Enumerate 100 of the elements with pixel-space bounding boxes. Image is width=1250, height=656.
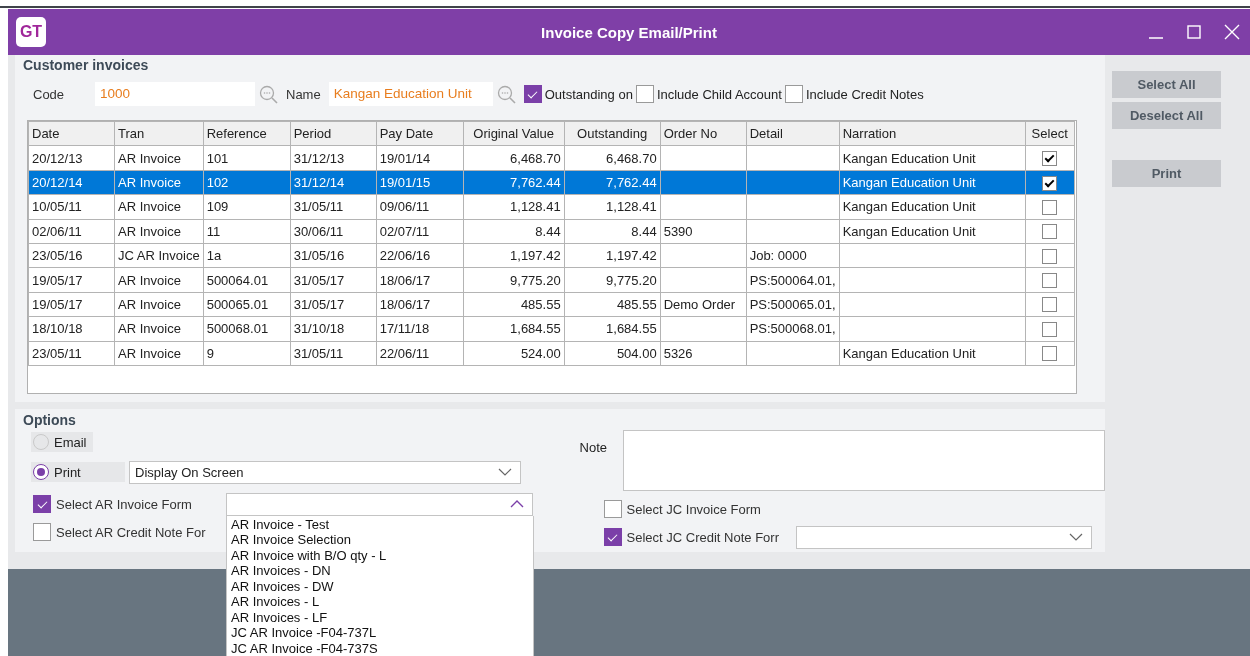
table-cell: 9 <box>203 341 291 366</box>
table-cell: 102 <box>203 170 291 195</box>
table-cell: 19/05/17 <box>28 292 115 317</box>
checkbox[interactable] <box>1042 224 1058 240</box>
search-icon[interactable] <box>259 84 278 104</box>
table-cell: 485.55 <box>463 292 565 317</box>
table-cell: 500064.01 <box>203 267 291 293</box>
dropdown-option[interactable]: AR Invoices - L <box>231 594 533 610</box>
checkbox[interactable] <box>784 85 803 103</box>
checkbox[interactable] <box>1042 175 1058 191</box>
dropdown-option[interactable]: AR Invoices - DW <box>231 578 533 594</box>
side-button[interactable]: Deselect All <box>1112 102 1221 129</box>
column-header[interactable]: Date <box>28 121 115 146</box>
checkbox[interactable] <box>1042 248 1058 264</box>
table-row[interactable]: 23/05/16 JC AR Invoice 1a 31/05/16 22/06/16 1,197.42 1,197.42 Job: 0000 <box>28 243 1075 268</box>
side-button[interactable]: Print <box>1112 160 1221 187</box>
table-row[interactable]: 10/05/11 AR Invoice 109 31/05/11 09/06/11 1,128.41 1,128.41 Kangan Education Unit <box>28 194 1075 220</box>
side-button[interactable]: Select All <box>1112 71 1221 98</box>
column-header[interactable]: Tran <box>114 121 204 146</box>
column-header[interactable]: Pay Date <box>376 121 464 146</box>
search-icon[interactable] <box>496 84 516 104</box>
table-cell: AR Invoice <box>114 194 204 220</box>
table-cell: 1,197.42 <box>564 243 661 268</box>
app-logo: GT <box>16 17 46 47</box>
table-cell: Kangan Education Unit <box>839 194 1026 220</box>
field-label: Code <box>33 86 66 102</box>
table-row[interactable]: 02/06/11 AR Invoice 11 30/06/11 02/07/11 8.44 8.44 5390 Kangan Education Unit <box>28 219 1075 244</box>
radio-button[interactable]: Print <box>31 462 125 482</box>
checkbox-label: Include Child Account <box>656 86 782 102</box>
table-cell: AR Invoice <box>114 170 204 195</box>
group-title: Options <box>23 412 77 430</box>
table-cell: 02/06/11 <box>28 219 115 244</box>
checkbox-label: Select JC Credit Note Forr <box>626 529 780 545</box>
group-title: Customer invoices <box>23 57 150 74</box>
dropdown-option[interactable]: JC AR Invoice -F04-737L <box>231 625 533 641</box>
table-cell: 23/05/11 <box>28 341 115 366</box>
print-dropdown[interactable]: Display On Screen <box>129 460 521 484</box>
table-row[interactable]: 19/05/17 AR Invoice 500065.01 31/05/17 18/06/17 485.55 485.55 Demo Order PS:500065.01, <box>28 292 1075 317</box>
table-row[interactable]: 20/12/13 AR Invoice 101 31/12/13 19/01/14 6,468.70 6,468.70 Kangan Education Unit <box>28 145 1075 171</box>
table-cell: 31/12/13 <box>290 145 377 171</box>
maximize-icon[interactable] <box>1186 24 1202 40</box>
checkbox[interactable] <box>1042 297 1058 313</box>
checkbox[interactable] <box>1042 321 1058 337</box>
table-cell: Job: 0000 <box>746 243 840 268</box>
checkbox[interactable] <box>603 500 622 518</box>
dropdown-option[interactable]: AR Invoice - Test <box>231 516 533 532</box>
table-cell: Kangan Education Unit <box>839 145 1026 171</box>
checkbox[interactable] <box>1042 199 1058 215</box>
checkbox-label: Select AR Credit Note For <box>56 524 207 540</box>
column-header[interactable]: Reference <box>203 121 291 146</box>
table-cell: 1,128.41 <box>564 194 661 220</box>
checkbox[interactable] <box>635 85 654 103</box>
checkbox[interactable] <box>1042 273 1058 289</box>
checkbox[interactable] <box>1042 151 1058 167</box>
table-cell: AR Invoice <box>114 219 204 244</box>
table-cell: 19/01/14 <box>376 145 464 171</box>
table-cell: AR Invoice <box>114 267 204 293</box>
table-cell: 18/06/17 <box>376 267 464 293</box>
table-cell: 1,128.41 <box>463 194 565 220</box>
table-cell: 8.44 <box>564 219 661 244</box>
table-cell: 504.00 <box>564 341 661 366</box>
checkbox[interactable] <box>1042 346 1058 362</box>
window-title: Invoice Copy Email/Print <box>541 23 717 41</box>
checkbox[interactable] <box>523 85 542 103</box>
dropdown-option[interactable]: AR Invoices - DN <box>231 563 533 579</box>
table-cell: 02/07/11 <box>376 219 464 244</box>
checkbox-label: Select AR Invoice Form <box>56 496 193 512</box>
dropdown-option[interactable]: AR Invoice with B/O qty - L <box>231 547 533 563</box>
column-header[interactable]: Narration <box>839 121 1026 146</box>
column-header[interactable]: Period <box>290 121 377 146</box>
dropdown-option[interactable]: AR Invoices - LF <box>231 609 533 625</box>
table-cell: 30/06/11 <box>290 219 377 244</box>
column-header[interactable]: Select <box>1025 121 1075 146</box>
table-row[interactable]: 20/12/14 AR Invoice 102 31/12/14 19/01/15 7,762.44 7,762.44 Kangan Education Unit <box>28 170 1075 195</box>
table-row[interactable]: 19/05/17 AR Invoice 500064.01 31/05/17 18/06/17 9,775.20 9,775.20 PS:500064.01, <box>28 267 1075 293</box>
checkbox[interactable] <box>33 523 51 541</box>
table-cell: 23/05/16 <box>28 243 115 268</box>
table-cell: PS:500068.01, <box>746 316 840 341</box>
checkbox[interactable] <box>33 495 51 513</box>
table-cell: 524.00 <box>463 341 565 366</box>
table-cell: PS:500064.01, <box>746 267 840 293</box>
note-field[interactable] <box>623 430 1105 491</box>
column-header[interactable]: Order No <box>660 121 747 146</box>
table-cell: 500068.01 <box>203 316 291 341</box>
column-header[interactable]: Outstanding <box>564 121 661 146</box>
table-row[interactable]: 23/05/11 AR Invoice 9 31/05/11 22/06/11 524.00 504.00 5326 Kangan Education Unit <box>28 341 1075 366</box>
checkbox-label: Outstanding on <box>544 86 633 102</box>
checkbox[interactable] <box>603 528 622 546</box>
column-header[interactable]: Detail <box>746 121 840 146</box>
table-cell: 101 <box>203 145 291 171</box>
chevron-icon <box>1068 533 1083 541</box>
dropdown-option[interactable]: JC AR Invoice -F04-737S <box>231 640 533 656</box>
close-icon[interactable] <box>1224 24 1240 40</box>
table-cell: JC AR Invoice <box>114 243 204 268</box>
table-cell: 22/06/11 <box>376 341 464 366</box>
column-header[interactable]: Original Value <box>463 121 565 146</box>
table-row[interactable]: 18/10/18 AR Invoice 500068.01 31/10/18 17/11/18 1,684.55 1,684.55 PS:500068.01, <box>28 316 1075 341</box>
checkbox-label: Include Credit Notes <box>805 86 924 102</box>
radio-button[interactable]: Email <box>31 432 93 452</box>
dropdown-option[interactable]: AR Invoice Selection <box>231 532 533 548</box>
